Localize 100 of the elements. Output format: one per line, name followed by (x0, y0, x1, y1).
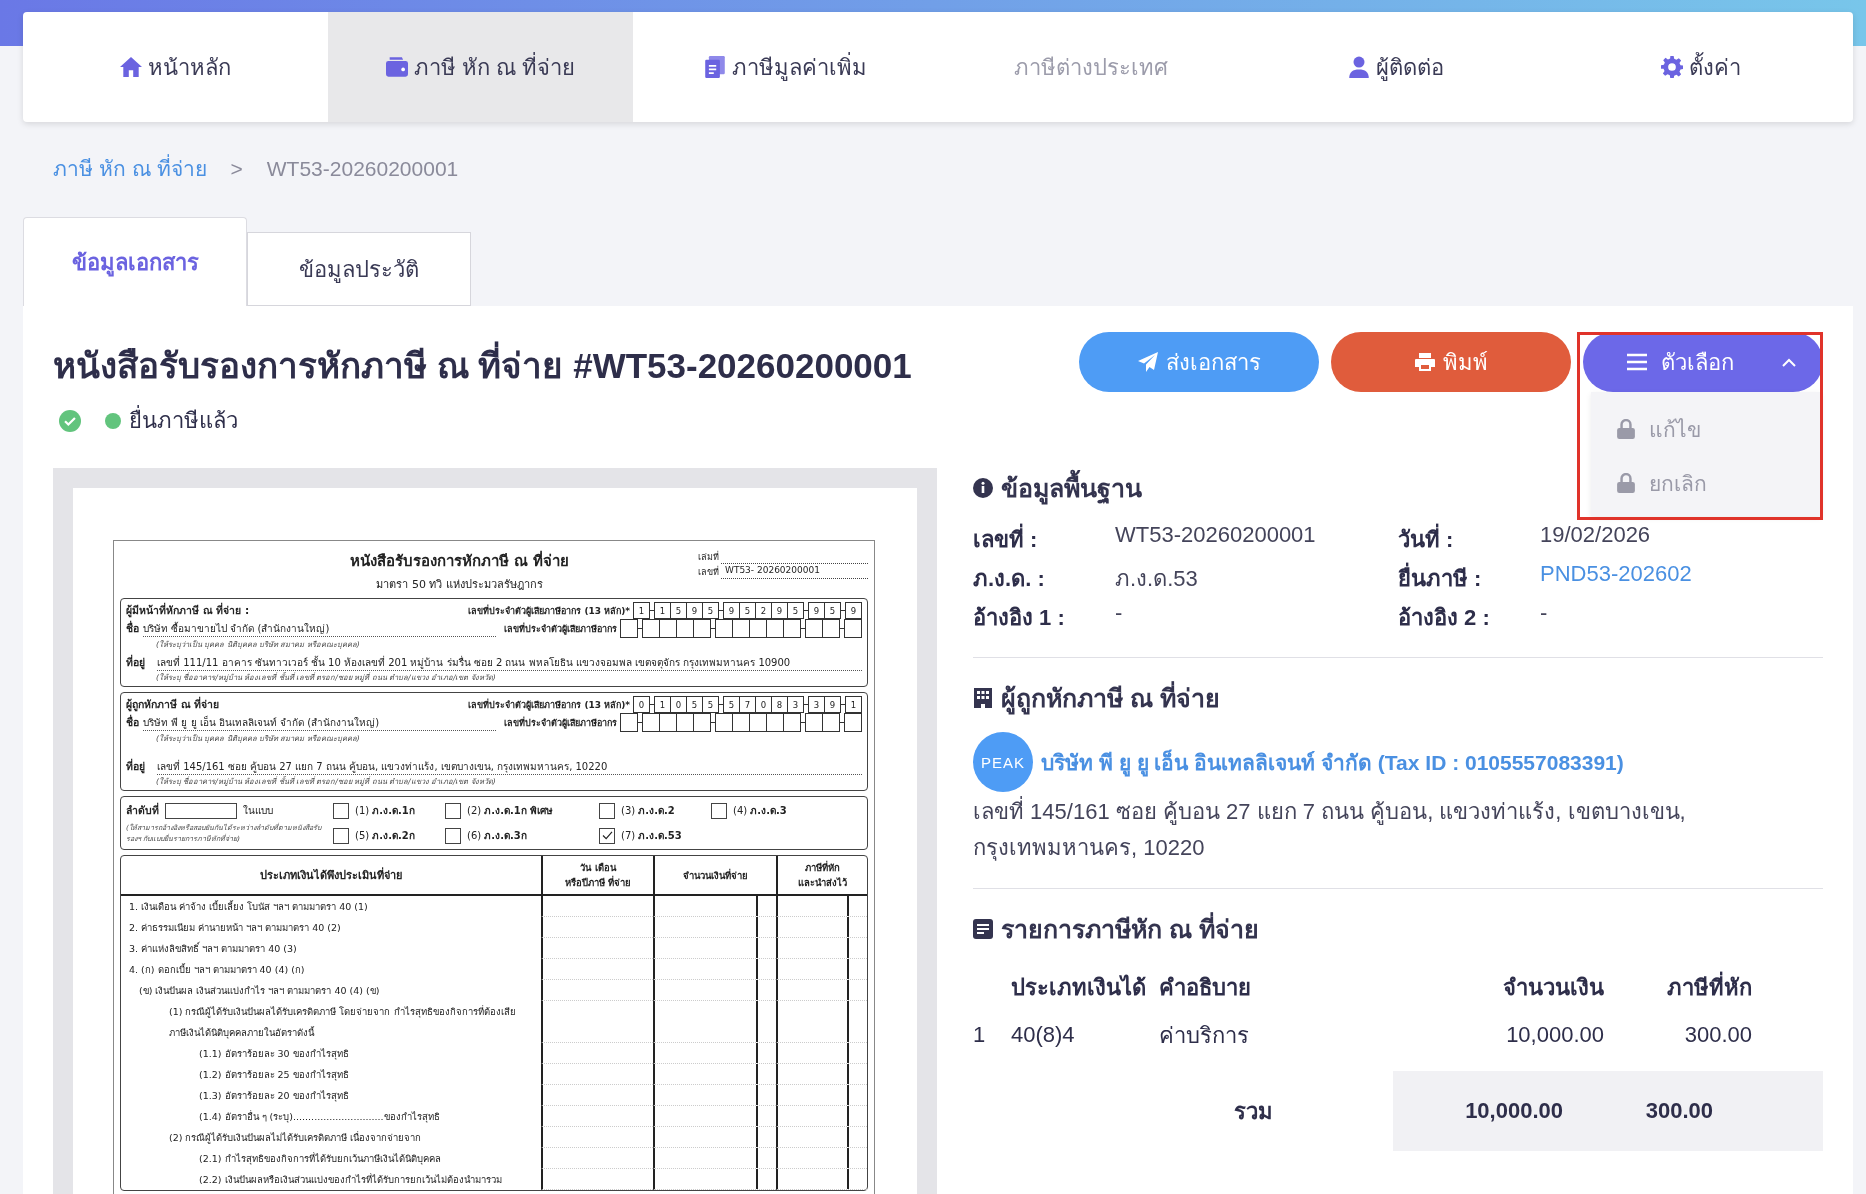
breadcrumb-separator: > (230, 156, 243, 181)
digit-field (715, 713, 733, 732)
field-value-link[interactable]: PND53-202602 (1540, 561, 1823, 596)
field-label: ภ.ง.ด. : (973, 565, 1046, 593)
income-type-text: (1) กรณีผู้ได้รับเงินปันผลได้รับเครดิตภาษี โดยจ่ายจาก กำไรสุทธิของกิจการที่ต้องเสียภาษีเงินได้นิติบุคคลภายในอัตราดังนี้ (168, 1004, 517, 1041)
company-link[interactable]: บริษัท พี ยู ยู เอ็น อินเทลลิเจนท์ จำกัด (Tax ID : 0105557083391) (1041, 745, 1624, 779)
form-title: หนังสือรับรองการหักภาษี ณ ที่จ่าย (350, 549, 570, 572)
column-header: ประเภทเงินได้พึงประเมินที่จ่าย (260, 866, 402, 884)
tax-id-digit: 0 (633, 696, 650, 713)
column-header: ภาษีที่หัก (1604, 969, 1752, 1005)
field-value: - (1115, 600, 1124, 627)
settings-icon (1660, 56, 1683, 78)
info-icon (973, 478, 993, 498)
send-button[interactable]: ส่งเอกสาร (1079, 332, 1319, 392)
digit-field (844, 713, 862, 732)
tax-id-digit: 0 (755, 696, 772, 713)
sequence-label: ลำดับที่ (126, 802, 159, 818)
document-title: หนังสือรับรองการหักภาษี ณ ที่จ่าย #WT53-20260200001 (53, 338, 912, 393)
column-header: ภาษีที่หัก และนำส่งไว้ (798, 860, 847, 890)
breadcrumb-link[interactable]: ภาษี หัก ณ ที่จ่าย (53, 152, 207, 185)
company-address: เลขที่ 145/161 ซอย คู้บอน 27 แยก 7 ถนน คู้บอน, แขวงท่าแร้ง, เขตบางเขน, กรุงเทพมหานคร, 10220 (973, 794, 1733, 866)
table-cell-text: 300.00 (1683, 1022, 1752, 1048)
form-type-option: (4) ภ.ง.ด.3 (733, 803, 787, 818)
field-label: ยื่นภาษี : (1398, 561, 1540, 596)
column-header: คำอธิบาย (1159, 973, 1252, 1002)
tax-id-digit: 5 (739, 602, 756, 619)
digit-field (715, 619, 733, 638)
digit-field (693, 619, 711, 638)
digit-field (620, 713, 638, 732)
income-type-text: 4. (ก) ดอกเบี้ย ฯลฯ ตามมาตรา 40 (4) (ก) (128, 962, 306, 977)
nav-tab[interactable]: ภาษี หัก ณ ที่จ่าย (328, 12, 633, 122)
status-text: ยื่นภาษีแล้ว (129, 403, 238, 438)
section-title: รายการภาษีหัก ณ ที่จ่าย (1001, 909, 1259, 949)
home-icon (120, 56, 142, 78)
row-number: 1 (973, 1022, 987, 1048)
income-type-text: (1.1) อัตราร้อยละ 30 ของกำไรสุทธิ (198, 1047, 350, 1062)
document-tab[interactable]: ข้อมูลเอกสาร (23, 217, 247, 306)
digit-field (766, 713, 784, 732)
tax-id-digit: 5 (787, 602, 804, 619)
address-label: ที่อยู่ (126, 758, 145, 775)
paper-plane-icon (1137, 352, 1158, 372)
field-value: ภ.ง.ด.53 (1115, 565, 1199, 593)
party-address: เลขที่ 111/11 อาคาร ซันทาวเวอร์ ชั้น 10 ห้องเลขที่ 201 หมู่บ้าน ร่มรื่น ซอย 2 ถนน พหลโยธิน แขวงจอมพล เขตจตุจักร กรุงเทพมหานคร 10900 (157, 655, 862, 671)
nav-tab[interactable]: หน้าหลัก (23, 12, 328, 122)
income-type-text: 2. ค่าธรรมเนียม ค่านายหน้า ฯลฯ ตามมาตรา 40 (2) (128, 921, 342, 935)
tax-id-digit: 0 (670, 696, 687, 713)
tax-id-digit: 9 (771, 602, 788, 619)
section-title: ผู้ถูกหักภาษี ณ ที่จ่าย (1001, 678, 1220, 718)
person-icon (1347, 56, 1370, 78)
form-type-option: (7) ภ.ง.ด.53 (621, 828, 682, 843)
column-header: จำนวนเงิน (1502, 973, 1604, 1002)
tax-id-digit: 1 (654, 602, 671, 619)
section-title: ข้อมูลพื้นฐาน (1001, 468, 1142, 508)
tax-id-digit: 5 (702, 602, 719, 619)
form-subtitle: มาตรา 50 ทวิ แห่งประมวลรัษฎากร (375, 577, 544, 593)
wallet-icon (385, 56, 408, 78)
book-label: เล่มที่ (698, 550, 719, 564)
tax-id-digit: 1 (633, 602, 650, 619)
digit-field (822, 619, 840, 638)
field-value: - (1540, 600, 1549, 627)
income-type-text: (1.3) อัตราร้อยละ 20 ของกำไรสุทธิ (198, 1089, 350, 1104)
form-type-option: (5) ภ.ง.ด.2ก (355, 828, 415, 843)
digit-field (766, 619, 784, 638)
digit-field (844, 619, 862, 638)
digit-field (659, 713, 677, 732)
status-dot (105, 412, 121, 429)
tax-id-digit: 5 (824, 602, 841, 619)
digit-field (732, 713, 750, 732)
tax-id-digit: 5 (723, 696, 740, 713)
income-type-text: (2) กรณีผู้ได้รับเงินปันผลไม่ได้รับเครดิตภาษี เนื่องจากจ่ายจาก (168, 1130, 423, 1146)
tax-id-digit: 9 (723, 602, 740, 619)
income-type-text: (2.1) กำไรสุทธิของกิจการที่ได้รับยกเว้นภาษีเงินได้นิติบุคคล (198, 1151, 442, 1167)
nav-tab[interactable]: ผู้ติดต่อ (1243, 12, 1548, 122)
field-value: 19/02/2026 (1540, 522, 1652, 549)
tax-id-digit: 1 (845, 696, 862, 713)
options-button[interactable]: ตัวเลือก (1583, 332, 1823, 392)
check-circle-icon (59, 409, 81, 432)
name-label: ชื่อ (126, 714, 139, 730)
party-address: เลขที่ 145/161 ซอย คู้บอน 27 แยก 7 ถนน คู้บอน, แขวงท่าแร้ง, เขตบางเขน, กรุงเทพมหานคร, 10220 (157, 759, 862, 775)
field-label: เลขที่ : (973, 522, 1115, 557)
lock-icon (1617, 473, 1635, 493)
field-value: WT53-20260200001 (1115, 522, 1317, 549)
document-tab[interactable]: ข้อมูลประวัติ (247, 232, 471, 306)
digit-field (805, 619, 823, 638)
lock-icon (1617, 419, 1635, 439)
tax-id-digit: 2 (755, 602, 772, 619)
nav-tab[interactable]: ตั้งค่า (1548, 12, 1853, 122)
tax-id-digit: 5 (702, 696, 719, 713)
tax-id-digit: 3 (787, 696, 804, 713)
address-label: ที่อยู่ (126, 654, 145, 671)
nav-tab[interactable]: ภาษีมูลค่าเพิ่ม (633, 12, 938, 122)
income-type-text: (2.2) เงินปันผลหรือเงินส่วนแบ่งของกำไรที่ได้รับการยกเว้นไม่ต้องนำมารวม (198, 1172, 503, 1187)
name-label: ชื่อ (126, 620, 139, 636)
list-icon (973, 919, 993, 939)
print-button[interactable]: พิมพ์ (1331, 332, 1571, 392)
total-tax: 300.00 (1644, 1098, 1713, 1124)
document-icon (704, 56, 726, 78)
total-label: รวม (1232, 1097, 1274, 1126)
digit-field (642, 619, 660, 638)
column-header: ประเภทเงินได้ (1011, 973, 1147, 1002)
